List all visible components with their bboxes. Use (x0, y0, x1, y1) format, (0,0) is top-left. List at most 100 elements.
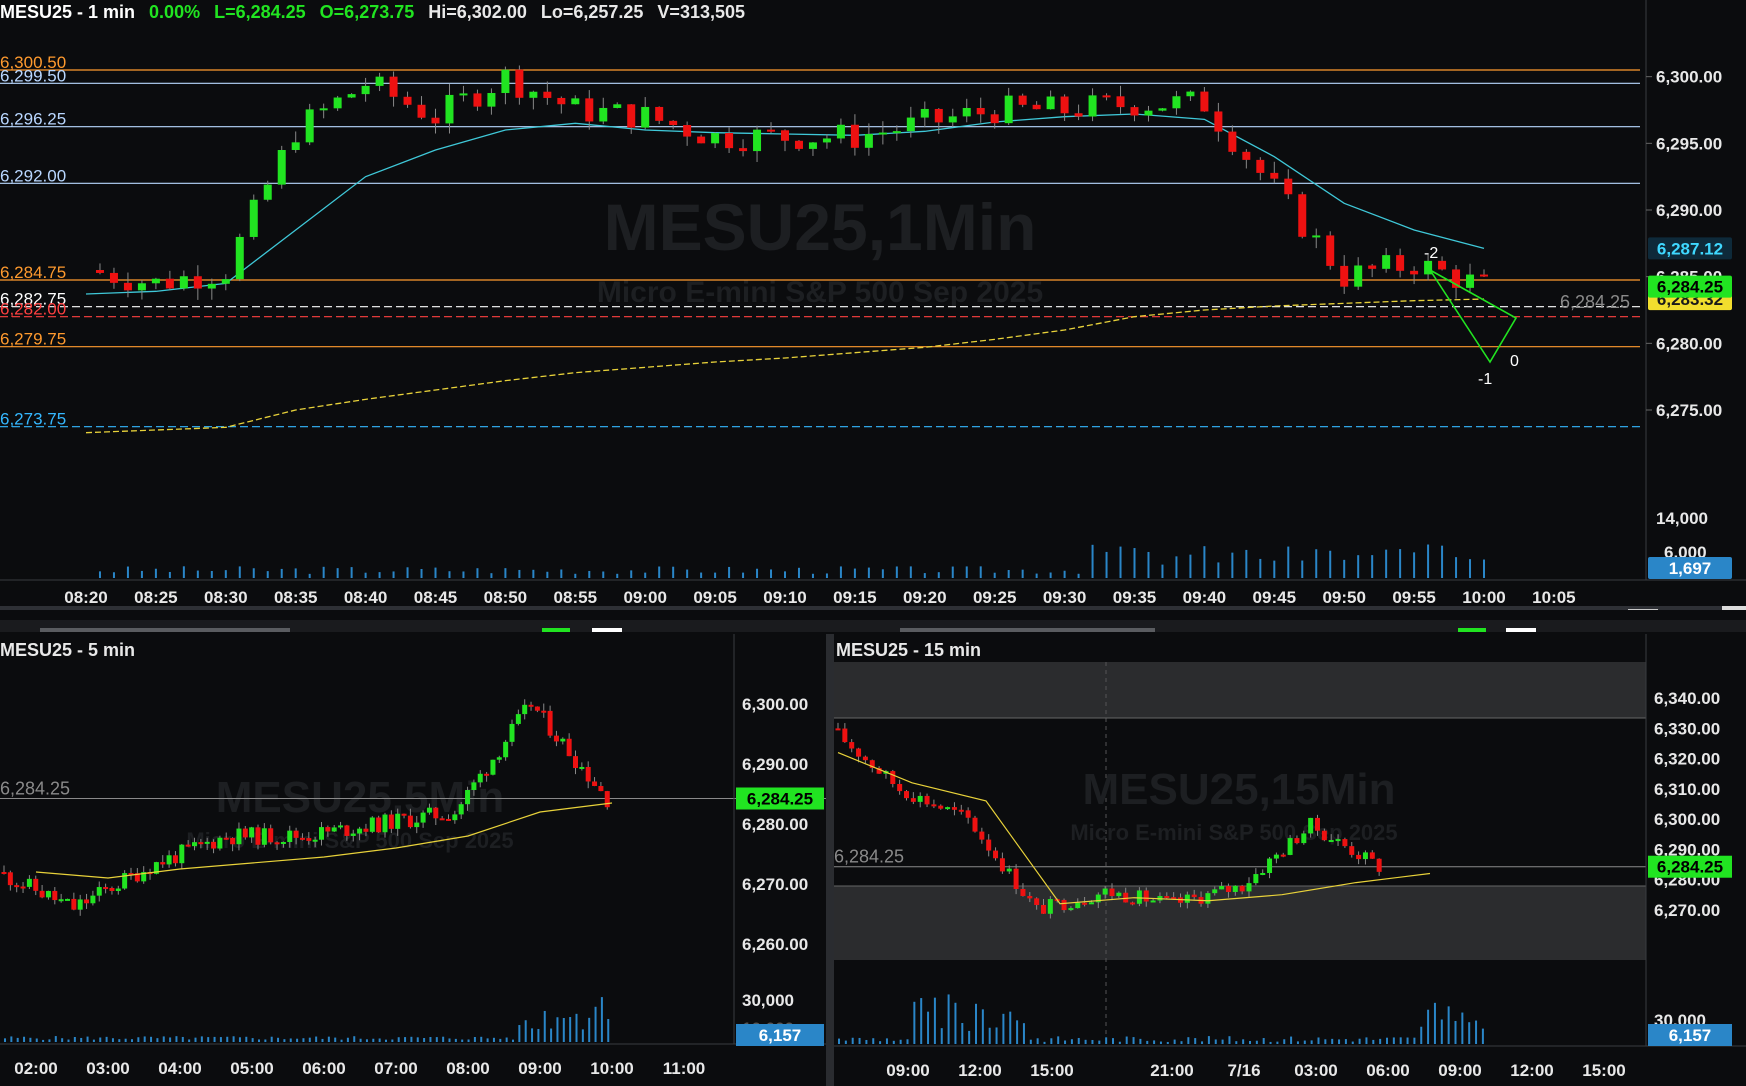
y-tick-label: 6,270.00 (1654, 901, 1720, 920)
candle-body (1301, 833, 1307, 844)
level-label: 6,282.00 (0, 300, 66, 319)
volume-bar (1119, 546, 1122, 578)
tab-indicator-green-right (1458, 628, 1486, 632)
x-tick-label: 08:20 (64, 588, 107, 607)
volume-bar (42, 1039, 45, 1042)
candle-body (490, 759, 496, 775)
x-tick-label: 21:00 (1150, 1061, 1193, 1080)
candle-body (487, 93, 496, 107)
volume-bar (86, 1036, 89, 1042)
main-scrollbar-thumb[interactable] (1628, 609, 1658, 610)
candle-body (1068, 908, 1074, 911)
candle-body (849, 742, 855, 749)
candle-body (1273, 854, 1279, 859)
volume-bar (1180, 1041, 1183, 1044)
volume-bar (968, 1030, 971, 1044)
main-chart-panel[interactable]: MESU25 - 1 min 0.00% L=6,284.25 O=6,273.75 H… (0, 0, 1746, 610)
main-scrollbar-track[interactable] (0, 606, 1746, 610)
candle-body (1312, 235, 1321, 238)
candle-body (1321, 830, 1327, 841)
volume-bar (397, 1037, 400, 1042)
candle-body (33, 878, 39, 891)
volume-bar (1125, 1036, 1128, 1044)
volume-bar (67, 1039, 70, 1042)
main-chart-svg[interactable]: MESU25,1Min Micro E-mini S&P 500 Sep 202… (0, 0, 1746, 610)
x-tick-label: 7/16 (1227, 1061, 1260, 1080)
volume-bar (296, 1038, 299, 1042)
candle-body (990, 114, 999, 124)
x-tick-label: 09:45 (1253, 588, 1296, 607)
volume-bar (686, 569, 689, 578)
pane-divider-vertical[interactable] (826, 634, 834, 1086)
tab-indicator-right[interactable] (900, 628, 1155, 632)
candle-body (179, 844, 185, 864)
volume-bar (1189, 554, 1192, 578)
main-scrollbar-end[interactable] (1722, 606, 1746, 610)
candle-body (277, 149, 286, 185)
volume-bar (518, 1025, 521, 1042)
tab-indicator-left[interactable] (40, 628, 290, 632)
candle-body (1109, 888, 1115, 897)
five-min-svg[interactable]: MESU25,5Min Micro E-mini S&P 500 Sep 202… (0, 634, 826, 1086)
volume-bar (1372, 1039, 1375, 1044)
x-tick-label: 09:00 (623, 588, 666, 607)
candle-body (407, 815, 413, 828)
volume-bar (1153, 1040, 1156, 1044)
volume-bar (454, 1038, 457, 1042)
volume-bar (473, 1037, 476, 1042)
volume-bar (784, 571, 786, 578)
volume-bar (1343, 559, 1346, 578)
candle-body (1376, 858, 1382, 872)
volume-bar (492, 1037, 495, 1042)
candle-body (459, 93, 468, 96)
volume-bar (118, 1039, 121, 1042)
candle-body (166, 855, 172, 865)
volume-bar (1399, 1037, 1402, 1044)
volume-bar (594, 1006, 597, 1042)
last-price-ghost: 6,284.25 (1560, 292, 1630, 312)
candle-body (613, 104, 622, 108)
candle-body (1369, 852, 1375, 859)
x-tick-label: 09:25 (973, 588, 1016, 607)
level-label: 6,296.25 (0, 110, 66, 129)
candle-body (864, 134, 873, 148)
volume-bar (543, 1010, 546, 1042)
volume-bar (993, 572, 996, 578)
fifteen-min-panel[interactable]: MESU25 - 15 min MESU25,15Min Micro E-min… (834, 634, 1746, 1086)
volume-bar (1483, 559, 1485, 578)
volume-bar (1283, 1039, 1286, 1044)
candle-body (1239, 885, 1245, 892)
candle-body (906, 117, 915, 132)
volume-bar (1357, 555, 1360, 578)
volume-bar (1329, 550, 1332, 578)
last-price-badge: 6,284.25 (1657, 858, 1723, 877)
x-tick-label: 10:00 (590, 1059, 633, 1078)
main-watermark-sub: Micro E-mini S&P 500 Sep 2025 (597, 276, 1043, 309)
fifteen-min-svg[interactable]: MESU25,15Min Micro E-mini S&P 500 Sep 20… (834, 634, 1746, 1086)
candle-body (388, 814, 394, 829)
volume-bar (965, 566, 968, 578)
pivot-label: -1 (1478, 371, 1492, 388)
volume-bar (797, 567, 800, 578)
volume-bar (266, 571, 269, 578)
candle-body (95, 270, 104, 273)
five-min-panel[interactable]: MESU25 - 5 min MESU25,5Min Micro E-mini … (0, 634, 826, 1086)
candle-body (204, 841, 210, 844)
candle-body (179, 276, 188, 289)
volume-bar (1259, 558, 1262, 578)
volume-bar (588, 570, 591, 578)
volume-bar (226, 1036, 229, 1042)
candle-body (473, 93, 482, 107)
level-label: 6,299.50 (0, 66, 66, 85)
volume-bar (1098, 1040, 1101, 1044)
candle-body (1287, 838, 1293, 855)
volume-bar (1365, 1037, 1368, 1044)
candle-body (71, 898, 77, 910)
candle-body (604, 791, 610, 808)
candle-body (976, 107, 985, 115)
candle-body (999, 858, 1005, 872)
volume-bar (1002, 1013, 1005, 1044)
volume-bar (574, 573, 577, 578)
candle-body (484, 773, 490, 776)
volume-bar (196, 570, 199, 578)
